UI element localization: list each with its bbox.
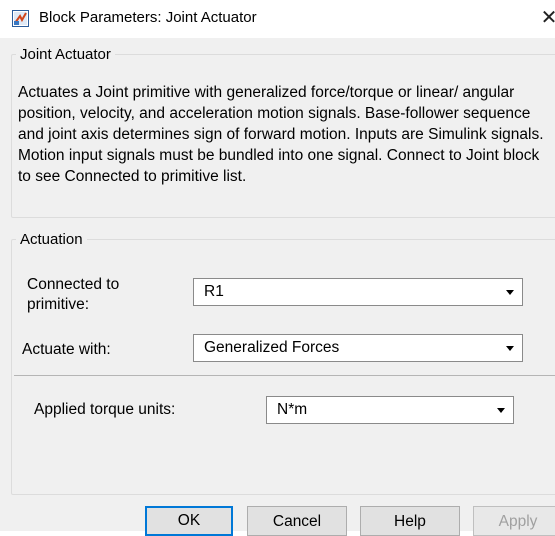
chevron-down-icon <box>506 290 514 295</box>
applied-torque-units-label: Applied torque units: <box>34 401 176 418</box>
cancel-button[interactable]: Cancel <box>247 506 347 536</box>
window-title: Block Parameters: Joint Actuator <box>39 9 257 26</box>
applied-torque-units-dropdown[interactable]: N*m <box>266 396 514 424</box>
applied-torque-units-value: N*m <box>277 401 308 418</box>
chevron-down-icon <box>497 408 505 413</box>
help-button[interactable]: Help <box>360 506 460 536</box>
actuation-group-legend: Actuation <box>20 231 83 248</box>
actuate-with-label: Actuate with: <box>22 341 111 358</box>
chevron-down-icon <box>506 346 514 351</box>
ok-button[interactable]: OK <box>145 506 233 536</box>
simulink-block-icon <box>12 10 29 27</box>
connected-to-primitive-label: Connected to primitive: <box>27 276 120 313</box>
connected-to-primitive-value: R1 <box>204 283 224 300</box>
close-icon[interactable]: ✕ <box>539 5 555 31</box>
title-bar: Block Parameters: Joint Actuator ✕ <box>0 0 555 38</box>
actuate-with-value: Generalized Forces <box>204 339 340 356</box>
connected-to-primitive-dropdown[interactable]: R1 <box>193 278 523 306</box>
description-group-legend: Joint Actuator <box>20 46 111 63</box>
apply-button[interactable]: Apply <box>473 506 555 536</box>
block-description: Actuates a Joint primitive with generali… <box>18 84 544 185</box>
actuation-separator <box>14 375 555 376</box>
actuate-with-dropdown[interactable]: Generalized Forces <box>193 334 523 362</box>
actuation-group: Actuation <box>11 231 555 495</box>
